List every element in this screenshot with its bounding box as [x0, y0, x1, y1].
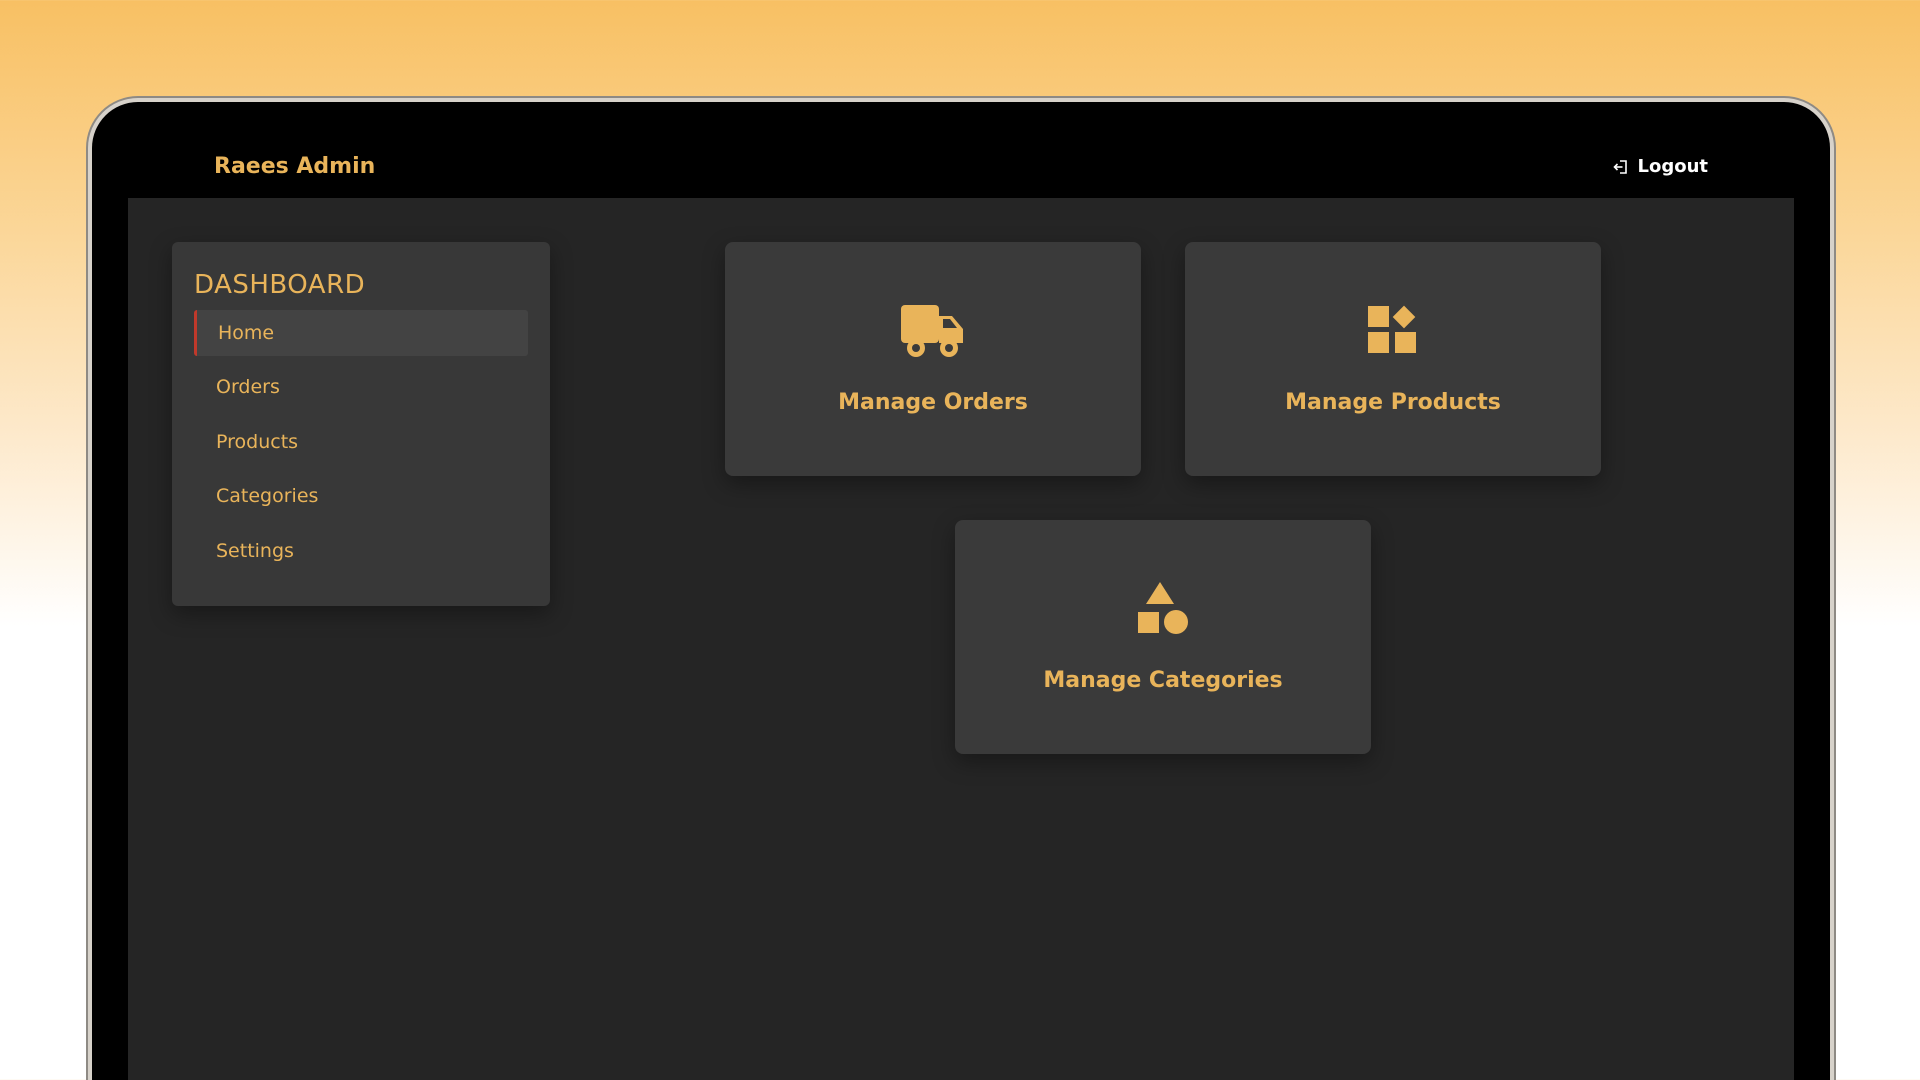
sidebar-item-home[interactable]: Home	[194, 310, 528, 356]
manage-categories-card[interactable]: Manage Categories	[955, 520, 1371, 754]
laptop-frame: Raees Admin Logout DASHBOARD Home Orders…	[92, 102, 1830, 1080]
brand-title[interactable]: Raees Admin	[214, 154, 375, 179]
shapes-icon	[955, 582, 1371, 636]
manage-products-card[interactable]: Manage Products	[1185, 242, 1601, 476]
manage-categories-label: Manage Categories	[1043, 668, 1283, 693]
products-grid-icon	[1185, 304, 1601, 354]
logout-button[interactable]: Logout	[1613, 156, 1708, 177]
logout-label: Logout	[1637, 156, 1708, 177]
sidebar-item-categories[interactable]: Categories	[194, 473, 528, 519]
manage-orders-card[interactable]: Manage Orders	[725, 242, 1141, 476]
top-navbar: Raees Admin Logout	[128, 136, 1794, 198]
manage-orders-label: Manage Orders	[838, 390, 1028, 415]
logout-icon	[1613, 159, 1629, 175]
sidebar-item-orders[interactable]: Orders	[194, 364, 528, 410]
sidebar-item-products[interactable]: Products	[194, 419, 528, 465]
sidebar-title: DASHBOARD	[194, 270, 366, 300]
sidebar: DASHBOARD Home Orders Products Categorie…	[172, 242, 550, 606]
app-screen: Raees Admin Logout DASHBOARD Home Orders…	[128, 136, 1794, 1080]
manage-products-label: Manage Products	[1285, 390, 1501, 415]
truck-icon	[725, 304, 1141, 358]
sidebar-item-settings[interactable]: Settings	[194, 528, 528, 574]
